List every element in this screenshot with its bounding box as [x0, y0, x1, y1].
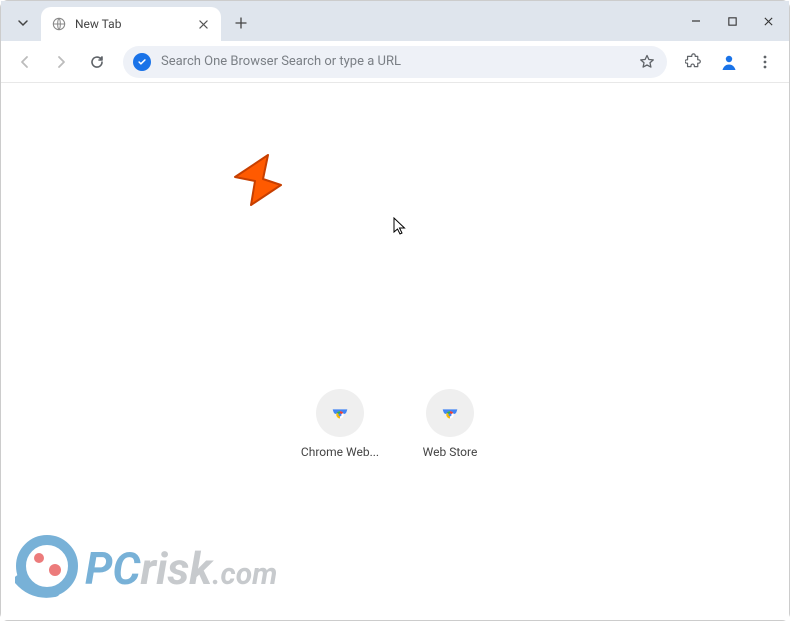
profile-button[interactable] — [713, 46, 745, 78]
arrow-left-icon — [17, 54, 33, 70]
close-window-button[interactable] — [753, 7, 783, 35]
maximize-icon — [727, 16, 738, 27]
close-icon — [199, 20, 208, 29]
menu-button[interactable] — [749, 46, 781, 78]
person-icon — [719, 52, 739, 72]
extensions-button[interactable] — [677, 46, 709, 78]
store-icon — [439, 402, 461, 424]
shortcut-label: Chrome Web... — [300, 445, 380, 459]
minimize-button[interactable] — [681, 7, 711, 35]
toolbar — [1, 41, 789, 83]
globe-icon — [51, 16, 67, 32]
close-icon — [763, 16, 774, 27]
tab-close-button[interactable] — [195, 16, 211, 32]
window-controls — [681, 7, 783, 35]
check-icon — [137, 57, 147, 67]
profile-avatar — [716, 49, 742, 75]
tab-search-button[interactable] — [9, 9, 37, 37]
address-input[interactable] — [161, 54, 627, 69]
watermark: PCrisk.com — [15, 526, 355, 606]
new-tab-button[interactable] — [227, 9, 255, 37]
annotation-arrow — [233, 153, 293, 213]
shortcut-favicon — [426, 389, 474, 437]
forward-button[interactable] — [45, 46, 77, 78]
content-area: Chrome Web... Web Store — [1, 83, 789, 620]
kebab-icon — [757, 54, 773, 70]
store-icon — [329, 402, 351, 424]
reload-button[interactable] — [81, 46, 113, 78]
arrow-right-icon — [53, 54, 69, 70]
tab-new-tab[interactable]: New Tab — [41, 7, 221, 41]
puzzle-icon — [685, 53, 702, 70]
titlebar: New Tab — [1, 1, 789, 41]
shortcut-web-store[interactable]: Web Store — [410, 389, 490, 459]
plus-icon — [235, 17, 247, 29]
site-info-badge[interactable] — [133, 53, 151, 71]
maximize-button[interactable] — [717, 7, 747, 35]
shortcut-label: Web Store — [410, 445, 490, 459]
chevron-down-icon — [17, 17, 29, 29]
omnibox[interactable] — [123, 46, 667, 78]
minimize-icon — [690, 15, 702, 27]
cursor-icon — [393, 217, 407, 239]
tab-title: New Tab — [75, 17, 187, 31]
shortcut-favicon — [316, 389, 364, 437]
shortcut-chrome-web-store[interactable]: Chrome Web... — [300, 389, 380, 459]
star-icon — [639, 54, 655, 70]
back-button[interactable] — [9, 46, 41, 78]
svg-text:PCrisk.com: PCrisk.com — [85, 543, 277, 595]
reload-icon — [89, 54, 105, 70]
bookmark-button[interactable] — [637, 52, 657, 72]
shortcuts-grid: Chrome Web... Web Store — [300, 389, 490, 459]
